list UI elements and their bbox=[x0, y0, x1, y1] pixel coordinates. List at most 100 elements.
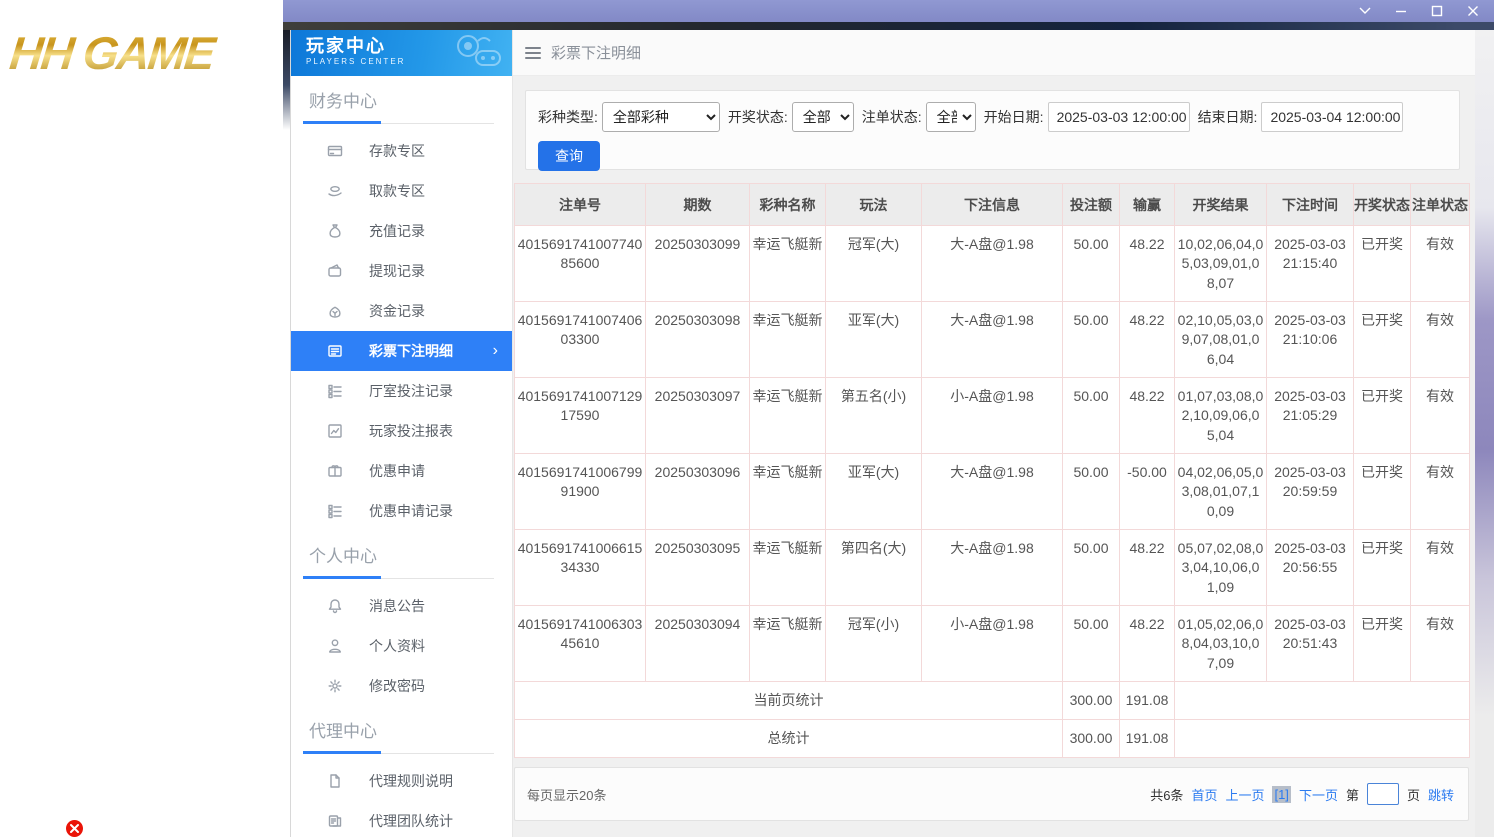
sidebar-item[interactable]: 消息公告 › bbox=[291, 586, 512, 626]
promo-record-icon bbox=[327, 503, 343, 519]
funds-icon bbox=[327, 303, 343, 319]
table-cell: 亚军(大) bbox=[825, 301, 922, 378]
table-cell: 小-A盘@1.98 bbox=[921, 605, 1063, 682]
sidebar-item-label: 存款专区 bbox=[369, 143, 425, 159]
sidebar-item[interactable]: 资金记录 › bbox=[291, 291, 512, 331]
sidebar-item[interactable]: 代理规则说明 › bbox=[291, 761, 512, 801]
table-cell: 已开奖 bbox=[1353, 225, 1411, 302]
sidebar-item[interactable]: 修改密码 › bbox=[291, 666, 512, 706]
filter-panel: 彩种类型: 全部彩种 开奖状态: 全部 注单状态: 全部 开始日期: 结束日期:… bbox=[525, 90, 1460, 171]
table-cell: 冠军(小) bbox=[825, 605, 922, 682]
order-status-select[interactable]: 全部 bbox=[925, 102, 976, 132]
sidebar-item[interactable]: 代理团队统计 › bbox=[291, 801, 512, 837]
error-close-icon[interactable] bbox=[66, 820, 83, 837]
column-header: 彩种名称 bbox=[749, 183, 826, 226]
page-jump-input[interactable] bbox=[1366, 783, 1399, 805]
sidebar-item[interactable]: 取款专区 › bbox=[291, 171, 512, 211]
draw-status-select[interactable]: 全部 bbox=[791, 102, 854, 132]
table-cell: 401569174100712917590 bbox=[514, 377, 646, 454]
sidebar-item[interactable]: 优惠申请记录 › bbox=[291, 491, 512, 531]
chevron-down-icon[interactable] bbox=[1358, 4, 1372, 18]
sidebar-item[interactable]: 厅室投注记录 › bbox=[291, 371, 512, 411]
summary-empty bbox=[1174, 681, 1470, 720]
query-button[interactable]: 查询 bbox=[538, 141, 600, 171]
bet-detail-icon bbox=[327, 343, 343, 359]
section-title: 代理中心 bbox=[309, 722, 377, 741]
page-title: 彩票下注明细 bbox=[551, 45, 642, 62]
table-cell: 48.22 bbox=[1119, 377, 1175, 454]
prev-page-link[interactable]: 上一页 bbox=[1225, 785, 1264, 804]
minimize-icon[interactable] bbox=[1394, 4, 1408, 18]
report-icon bbox=[327, 423, 343, 439]
table-cell: 04,02,06,05,03,08,01,07,10,09 bbox=[1174, 453, 1267, 530]
sidebar-item-label: 提现记录 bbox=[369, 263, 425, 279]
table-cell: 第五名(小) bbox=[825, 377, 922, 454]
sidebar-item[interactable]: 彩票下注明细 › bbox=[291, 331, 512, 371]
team-stats-icon bbox=[327, 813, 343, 829]
table-cell: 48.22 bbox=[1119, 225, 1175, 302]
table-cell: 有效 bbox=[1410, 605, 1470, 682]
table-cell: 有效 bbox=[1410, 301, 1470, 378]
table-cell: 20250303095 bbox=[645, 529, 750, 606]
table-cell: 50.00 bbox=[1062, 225, 1120, 302]
table-cell: 幸运飞艇新 bbox=[749, 301, 826, 378]
sidebar-sections: 财务中心 存款专区 › 取款专区 › 充值记录 › 提现记录 › 资金记录 › … bbox=[291, 90, 512, 837]
sidebar-item[interactable]: 提现记录 › bbox=[291, 251, 512, 291]
sidebar-item-label: 代理团队统计 bbox=[369, 813, 453, 829]
table-cell: 2025-03-03 21:10:06 bbox=[1266, 301, 1354, 378]
table-row: 401569174100712917590 20250303097 幸运飞艇新 第五名… bbox=[514, 377, 1470, 454]
table-cell: 05,07,02,08,03,04,10,06,01,09 bbox=[1174, 529, 1267, 606]
table-cell: 401569174100661534330 bbox=[514, 529, 646, 606]
summary-label: 总统计 bbox=[514, 719, 1063, 758]
table-cell: 亚军(大) bbox=[825, 453, 922, 530]
maximize-icon[interactable] bbox=[1430, 4, 1444, 18]
table-cell: 2025-03-03 20:56:55 bbox=[1266, 529, 1354, 606]
promo-icon bbox=[327, 463, 343, 479]
hamburger-icon[interactable] bbox=[525, 46, 541, 59]
sidebar-item[interactable]: 个人资料 › bbox=[291, 626, 512, 666]
column-header: 输赢 bbox=[1119, 183, 1175, 226]
pagination-bar: 每页显示20条 共6条 首页 上一页 [1] 下一页 第 页 跳转 bbox=[514, 767, 1469, 821]
section-items: 存款专区 › 取款专区 › 充值记录 › 提现记录 › 资金记录 › 彩票下注明… bbox=[291, 131, 512, 531]
sidebar-item-label: 取款专区 bbox=[369, 183, 425, 199]
table-cell: 幸运飞艇新 bbox=[749, 377, 826, 454]
sidebar-item[interactable]: 玩家投注报表 › bbox=[291, 411, 512, 451]
close-icon[interactable] bbox=[1466, 4, 1480, 18]
gamepad-icon bbox=[438, 33, 504, 78]
sidebar-section: 代理中心 代理规则说明 › 代理团队统计 › bbox=[291, 720, 512, 837]
sidebar-item-label: 资金记录 bbox=[369, 303, 425, 319]
jump-prefix-text: 第 bbox=[1345, 787, 1359, 803]
sidebar-item[interactable]: 优惠申请 › bbox=[291, 451, 512, 491]
table-cell: 50.00 bbox=[1062, 377, 1120, 454]
lottery-type-select[interactable]: 全部彩种 bbox=[601, 102, 720, 132]
jump-suffix-text: 页 bbox=[1406, 787, 1420, 803]
table-cell: 有效 bbox=[1410, 453, 1470, 530]
table-cell: 48.22 bbox=[1119, 529, 1175, 606]
table-header-row: 注单号 期数 彩种名称 玩法 下注信息 投注额 输赢 开奖结果 下注时间 开奖状态 注单状态 bbox=[514, 183, 1470, 226]
sidebar-item-label: 充值记录 bbox=[369, 223, 425, 239]
summary-empty bbox=[1174, 719, 1470, 758]
table-cell: 2025-03-03 20:59:59 bbox=[1266, 453, 1354, 530]
table-cell: 有效 bbox=[1410, 225, 1470, 302]
table-body: 401569174100774085600 20250303099 幸运飞艇新 冠军(… bbox=[514, 225, 1470, 758]
summary-winloss-total: 191.08 bbox=[1119, 719, 1175, 758]
sidebar-item[interactable]: 充值记录 › bbox=[291, 211, 512, 251]
content-topbar: 彩票下注明细 bbox=[513, 30, 1475, 76]
table-cell: 幸运飞艇新 bbox=[749, 453, 826, 530]
first-page-link[interactable]: 首页 bbox=[1191, 785, 1217, 804]
jump-button[interactable]: 跳转 bbox=[1428, 785, 1454, 804]
table-cell: 01,07,03,08,02,10,09,06,05,04 bbox=[1174, 377, 1267, 454]
table-cell: 已开奖 bbox=[1353, 453, 1411, 530]
end-date-input[interactable] bbox=[1261, 102, 1404, 132]
app-window: 玩家中心 PLAYERS CENTER 财务中心 存款专区 › 取款专区 › bbox=[290, 30, 1475, 837]
summary-label: 当前页统计 bbox=[514, 681, 1063, 720]
sidebar-item[interactable]: 存款专区 › bbox=[291, 131, 512, 171]
next-page-link[interactable]: 下一页 bbox=[1299, 785, 1338, 804]
table-cell: 01,05,02,06,08,04,03,10,07,09 bbox=[1174, 605, 1267, 682]
table-cell: 第四名(大) bbox=[825, 529, 922, 606]
section-underline bbox=[303, 575, 494, 579]
start-date-input[interactable] bbox=[1047, 102, 1190, 132]
table-cell: 大-A盘@1.98 bbox=[921, 225, 1063, 302]
draw-status-label: 开奖状态: bbox=[727, 109, 788, 125]
sidebar-item-label: 代理规则说明 bbox=[369, 773, 453, 789]
